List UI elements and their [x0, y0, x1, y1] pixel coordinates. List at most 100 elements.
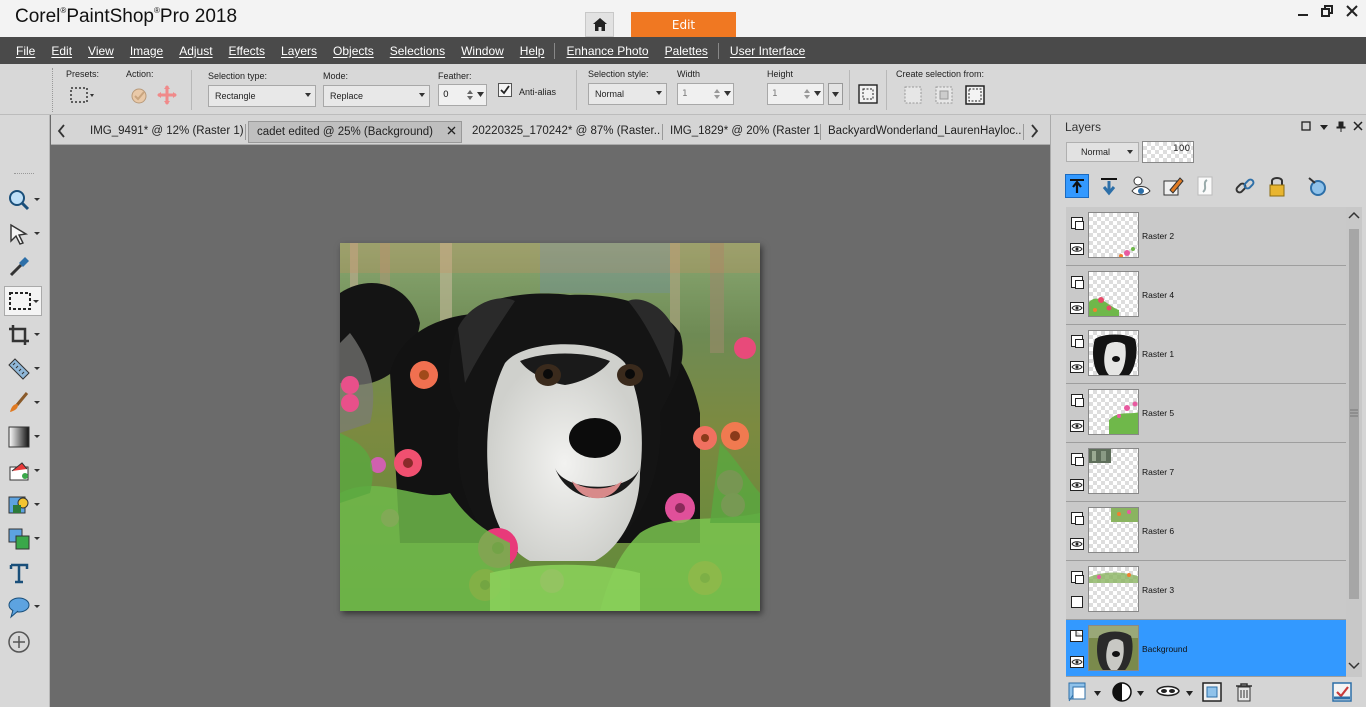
layer-row[interactable]: Raster 1 [1066, 325, 1346, 384]
tabs-scroll-left[interactable] [55, 123, 69, 139]
selection-from-mask-button[interactable] [933, 84, 955, 106]
chevron-down-icon[interactable] [1186, 691, 1193, 696]
anti-alias-checkbox[interactable] [498, 83, 512, 97]
toolbar-grip[interactable] [52, 68, 55, 112]
presets-button[interactable] [68, 84, 96, 106]
move-layer-up-button[interactable] [1065, 174, 1089, 198]
height-input[interactable]: 1 [767, 83, 824, 105]
panel-menu-button[interactable] [1320, 121, 1328, 134]
apply-action-button[interactable] [128, 84, 150, 106]
opacity-input[interactable]: 100 [1142, 141, 1194, 163]
menu-user-interface[interactable]: User Interface [719, 44, 805, 58]
menu-layers[interactable]: Layers [265, 44, 317, 58]
menu-view[interactable]: View [72, 44, 114, 58]
layer-row[interactable]: Raster 2 [1066, 207, 1346, 266]
menu-edit[interactable]: Edit [35, 44, 72, 58]
lock-layer-button[interactable] [1265, 174, 1289, 198]
panel-pin-button[interactable] [1336, 121, 1346, 135]
layer-row[interactable]: Raster 3 [1066, 561, 1346, 620]
new-mask-layer-button[interactable] [1155, 681, 1181, 703]
layer-styles-button[interactable] [1305, 174, 1329, 198]
selection-from-layer-button[interactable] [902, 84, 924, 106]
layer-group-icon[interactable] [1071, 335, 1084, 348]
menu-image[interactable]: Image [114, 44, 163, 58]
close-button[interactable] [1340, 4, 1364, 22]
panel-maximize-button[interactable] [1301, 121, 1311, 134]
eye-icon[interactable] [1070, 479, 1084, 491]
delete-layer-button[interactable] [1233, 681, 1255, 703]
panel-close-button[interactable] [1353, 121, 1363, 134]
chevron-down-icon[interactable] [1137, 691, 1144, 696]
layer-row[interactable]: Raster 4 [1066, 266, 1346, 325]
new-raster-layer-button[interactable] [1067, 681, 1089, 703]
menu-help[interactable]: Help [504, 44, 545, 58]
minimize-button[interactable] [1291, 4, 1315, 22]
menu-selections[interactable]: Selections [374, 44, 445, 58]
menu-palettes[interactable]: Palettes [649, 44, 708, 58]
layer-group-icon[interactable] [1071, 453, 1084, 466]
layers-scrollbar[interactable] [1346, 207, 1362, 677]
chevron-up-icon[interactable] [1348, 210, 1360, 220]
chevron-down-icon[interactable] [1348, 661, 1360, 671]
toolbar-grip[interactable] [14, 173, 34, 175]
duplicate-layer-button[interactable] [1201, 681, 1223, 703]
layer-group-icon[interactable] [1071, 217, 1084, 230]
move-layer-down-button[interactable] [1097, 174, 1121, 198]
crop-tool[interactable] [4, 320, 42, 350]
feather-input[interactable]: 0 [438, 84, 487, 106]
doc-tab[interactable]: 20220325_170242* @ 87% (Raster... [472, 121, 660, 143]
doc-tab[interactable]: BackyardWonderland_LaurenHayloc... [828, 121, 1021, 143]
home-tab[interactable] [585, 12, 614, 37]
new-adjustment-layer-button[interactable] [1111, 681, 1133, 703]
visibility-toggle-off[interactable] [1071, 596, 1083, 608]
clone-tool[interactable] [4, 524, 42, 554]
edit-tab[interactable]: Edit [631, 12, 736, 37]
selection-style-select[interactable]: Normal [588, 83, 667, 105]
size-units-dropdown[interactable] [828, 83, 843, 105]
eye-icon[interactable] [1070, 302, 1084, 314]
layer-group-icon[interactable] [1071, 512, 1084, 525]
edit-layer-button[interactable] [1161, 174, 1185, 198]
group-layer-button[interactable] [1193, 174, 1217, 198]
selection-tool[interactable] [4, 286, 42, 316]
menu-window[interactable]: Window [445, 44, 504, 58]
layer-row-selected[interactable]: Background [1066, 620, 1346, 677]
eye-icon[interactable] [1070, 538, 1084, 550]
eye-icon[interactable] [1070, 243, 1084, 255]
close-tab-button[interactable] [447, 122, 456, 142]
layer-properties-button[interactable] [1331, 681, 1353, 703]
menu-adjust[interactable]: Adjust [163, 44, 212, 58]
dropper-tool[interactable] [4, 252, 42, 282]
fill-tool[interactable] [4, 456, 42, 486]
dog-photo-image[interactable] [340, 243, 760, 611]
blend-mode-select[interactable]: Normal [1066, 142, 1139, 162]
restore-button[interactable] [1315, 4, 1339, 22]
layer-row[interactable]: Raster 7 [1066, 443, 1346, 502]
zoom-tool[interactable] [4, 185, 42, 215]
link-layers-button[interactable] [1233, 174, 1257, 198]
tabs-scroll-right[interactable] [1027, 123, 1041, 139]
menu-file[interactable]: File [0, 44, 35, 58]
doc-tab-active[interactable]: cadet edited @ 25% (Background) [248, 121, 462, 143]
custom-selection-button[interactable] [857, 83, 879, 105]
eye-icon[interactable] [1070, 361, 1084, 373]
pick-tool[interactable] [4, 219, 42, 249]
layer-row[interactable]: Raster 5 [1066, 384, 1346, 443]
scrollbar-thumb[interactable] [1349, 229, 1359, 599]
menu-effects[interactable]: Effects [213, 44, 265, 58]
cancel-action-button[interactable] [156, 84, 178, 106]
chevron-down-icon[interactable] [1094, 691, 1101, 696]
document-canvas[interactable] [340, 243, 760, 611]
layer-group-icon[interactable] [1071, 394, 1084, 407]
gradient-tool[interactable] [4, 422, 42, 452]
layer-group-icon[interactable] [1071, 276, 1084, 289]
mode-select[interactable]: Replace [323, 85, 430, 107]
paint-brush-tool[interactable] [4, 388, 42, 418]
picture-tube-tool[interactable] [4, 490, 42, 520]
toggle-visibility-button[interactable] [1129, 174, 1153, 198]
doc-tab[interactable]: IMG_1829* @ 20% (Raster 1) [670, 121, 820, 143]
menu-objects[interactable]: Objects [317, 44, 374, 58]
straighten-tool[interactable] [4, 354, 42, 384]
menu-enhance-photo[interactable]: Enhance Photo [555, 44, 648, 58]
eye-icon[interactable] [1070, 656, 1084, 668]
